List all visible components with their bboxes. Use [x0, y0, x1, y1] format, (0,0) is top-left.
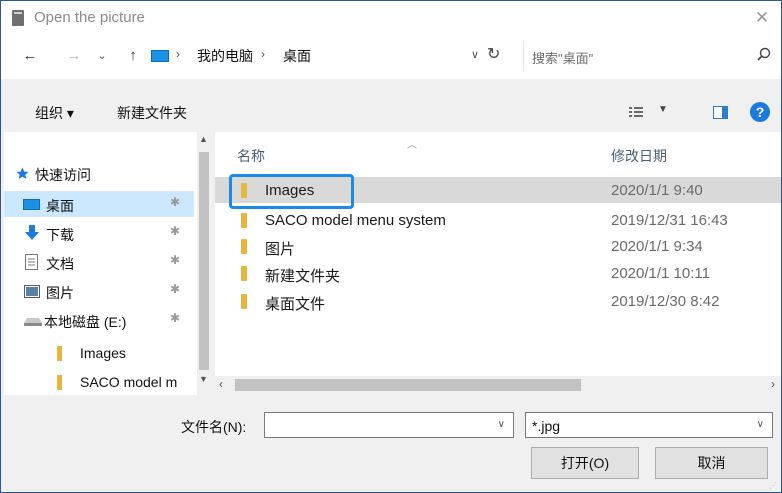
command-bar: 组织 ▾ 新建文件夹 ▼ ?: [1, 96, 781, 128]
scroll-right-icon[interactable]: ›: [771, 377, 775, 391]
preview-pane-icon[interactable]: [713, 106, 728, 119]
file-name: 图片: [265, 241, 296, 258]
up-arrow-icon[interactable]: ↑: [125, 45, 141, 67]
sort-caret-icon: ︿: [407, 140, 417, 151]
sidebar-item-images[interactable]: Images: [4, 340, 194, 366]
pin-icon[interactable]: ✱: [170, 311, 180, 325]
file-row[interactable]: SACO model menu system 2019/12/31 16:43: [215, 207, 781, 233]
open-file-dialog: Open the picture ✕ ← → ⌄ ↑ › 我的电脑 › 桌面 ∨…: [0, 0, 782, 493]
view-dropdown-icon[interactable]: ▼: [658, 104, 668, 115]
sidebar-item-label: 快速访问: [35, 167, 91, 183]
drive-icon: [24, 318, 42, 326]
file-list-scrollbar[interactable]: ‹ ›: [215, 376, 781, 394]
sidebar-item-quick-access[interactable]: 快速访问: [4, 160, 194, 186]
computer-icon: [151, 50, 169, 62]
organize-button[interactable]: 组织 ▾: [35, 103, 74, 123]
app-icon: [12, 10, 24, 26]
file-row[interactable]: 桌面文件 2019/12/30 8:42: [215, 288, 781, 314]
document-icon: [25, 254, 38, 270]
sidebar-item-label: 下载: [46, 227, 74, 243]
open-button[interactable]: 打开(O): [531, 447, 639, 479]
pin-icon[interactable]: ✱: [170, 224, 180, 238]
scroll-up-icon[interactable]: ▲: [199, 134, 208, 144]
window-title: Open the picture: [34, 9, 145, 26]
file-name: SACO model menu system: [265, 212, 446, 229]
folder-icon: [241, 266, 247, 281]
file-date: 2020/1/1 10:11: [611, 265, 710, 282]
sidebar-item-label: SACO model m: [80, 374, 178, 390]
sidebar-item-desktop[interactable]: 桌面 ✱: [4, 191, 194, 217]
title-bar: Open the picture ✕: [1, 1, 781, 35]
cancel-button[interactable]: 取消: [655, 447, 768, 479]
sidebar-item-label: 图片: [46, 285, 74, 301]
scroll-left-icon[interactable]: ‹: [219, 377, 223, 391]
breadcrumb-separator[interactable]: ›: [176, 47, 180, 61]
file-name: 新建文件夹: [265, 268, 341, 285]
filetype-select[interactable]: *.jpg ∨: [525, 412, 773, 438]
file-row[interactable]: 图片 2020/1/1 9:34: [215, 233, 781, 259]
resize-grip-icon[interactable]: ⋰: [769, 481, 777, 490]
pin-icon[interactable]: ✱: [170, 195, 180, 209]
scroll-down-icon[interactable]: ▼: [199, 374, 208, 384]
address-bar[interactable]: › 我的电脑 › 桌面 ∨ ↻: [147, 41, 513, 71]
focus-highlight: [229, 174, 354, 209]
sidebar-item-documents[interactable]: 文档 ✱: [4, 249, 194, 275]
filename-label: 文件名(N):: [181, 419, 247, 435]
search-input[interactable]: 搜索"桌面": [532, 48, 593, 67]
search-icon[interactable]: [756, 47, 772, 63]
filetype-value: *.jpg: [532, 418, 561, 434]
file-date: 2020/1/1 9:40: [611, 182, 703, 199]
refresh-icon[interactable]: ↻: [487, 44, 500, 64]
folder-icon: [241, 239, 247, 254]
folder-icon: [57, 346, 62, 361]
filetype-dropdown-icon[interactable]: ∨: [757, 419, 764, 430]
breadcrumb-separator[interactable]: ›: [261, 47, 265, 61]
column-header-name[interactable]: 名称: [237, 146, 265, 166]
sidebar-item-label: 桌面: [46, 198, 74, 214]
scrollbar-thumb[interactable]: [199, 152, 209, 370]
file-list: ︿ 名称 修改日期 Images 2020/1/1 9:40 SACO mode…: [215, 132, 781, 376]
search-box[interactable]: 搜索"桌面": [523, 41, 779, 71]
folder-icon: [241, 294, 247, 309]
picture-icon: [24, 285, 40, 298]
sidebar-item-pictures[interactable]: 图片 ✱: [4, 278, 194, 304]
sidebar-item-downloads[interactable]: 下载 ✱: [4, 220, 194, 246]
new-folder-button[interactable]: 新建文件夹: [117, 103, 187, 123]
file-date: 2019/12/31 16:43: [611, 212, 728, 229]
sidebar-item-saco-model[interactable]: SACO model m: [4, 369, 194, 395]
sidebar-item-local-disk-e[interactable]: 本地磁盘 (E:) ✱: [4, 307, 194, 333]
folder-icon: [57, 375, 62, 390]
navigation-pane: 快速访问 桌面 ✱ 下载 ✱ 文档 ✱ 图片 ✱ 本地磁盘 (E:) ✱ Ima…: [4, 132, 211, 395]
address-dropdown-icon[interactable]: ∨: [471, 48, 479, 61]
file-row[interactable]: 新建文件夹 2020/1/1 10:11: [215, 260, 781, 286]
star-icon: [16, 167, 29, 179]
sidebar-item-label: 文档: [46, 256, 74, 272]
back-arrow-icon[interactable]: ←: [21, 45, 39, 67]
file-date: 2020/1/1 9:34: [611, 238, 703, 255]
view-options-icon[interactable]: [629, 106, 643, 118]
breadcrumb-desktop[interactable]: 桌面: [283, 46, 311, 66]
close-icon[interactable]: ✕: [749, 5, 775, 31]
pin-icon[interactable]: ✱: [170, 282, 180, 296]
sidebar-item-label: Images: [80, 345, 126, 361]
desktop-icon: [23, 199, 40, 210]
folder-icon: [241, 213, 247, 228]
sidebar-scrollbar[interactable]: ▲ ▼: [197, 132, 211, 395]
file-name: 桌面文件: [265, 296, 326, 313]
help-icon[interactable]: ?: [750, 102, 770, 122]
filename-dropdown-icon[interactable]: ∨: [498, 419, 505, 430]
column-header-modified[interactable]: 修改日期: [611, 146, 667, 166]
filename-field[interactable]: ∨: [264, 412, 514, 438]
forward-arrow-icon[interactable]: →: [65, 45, 83, 67]
pin-icon[interactable]: ✱: [170, 253, 180, 267]
breadcrumb-my-computer[interactable]: 我的电脑: [197, 46, 253, 66]
download-icon: [25, 225, 39, 240]
scrollbar-thumb[interactable]: [235, 379, 581, 391]
file-date: 2019/12/30 8:42: [611, 293, 720, 310]
sidebar-item-label: 本地磁盘 (E:): [44, 314, 127, 330]
navigation-bar: ← → ⌄ ↑ › 我的电脑 › 桌面 ∨ ↻ 搜索"桌面": [1, 35, 781, 79]
recent-locations-chevron-icon[interactable]: ⌄: [95, 45, 109, 67]
